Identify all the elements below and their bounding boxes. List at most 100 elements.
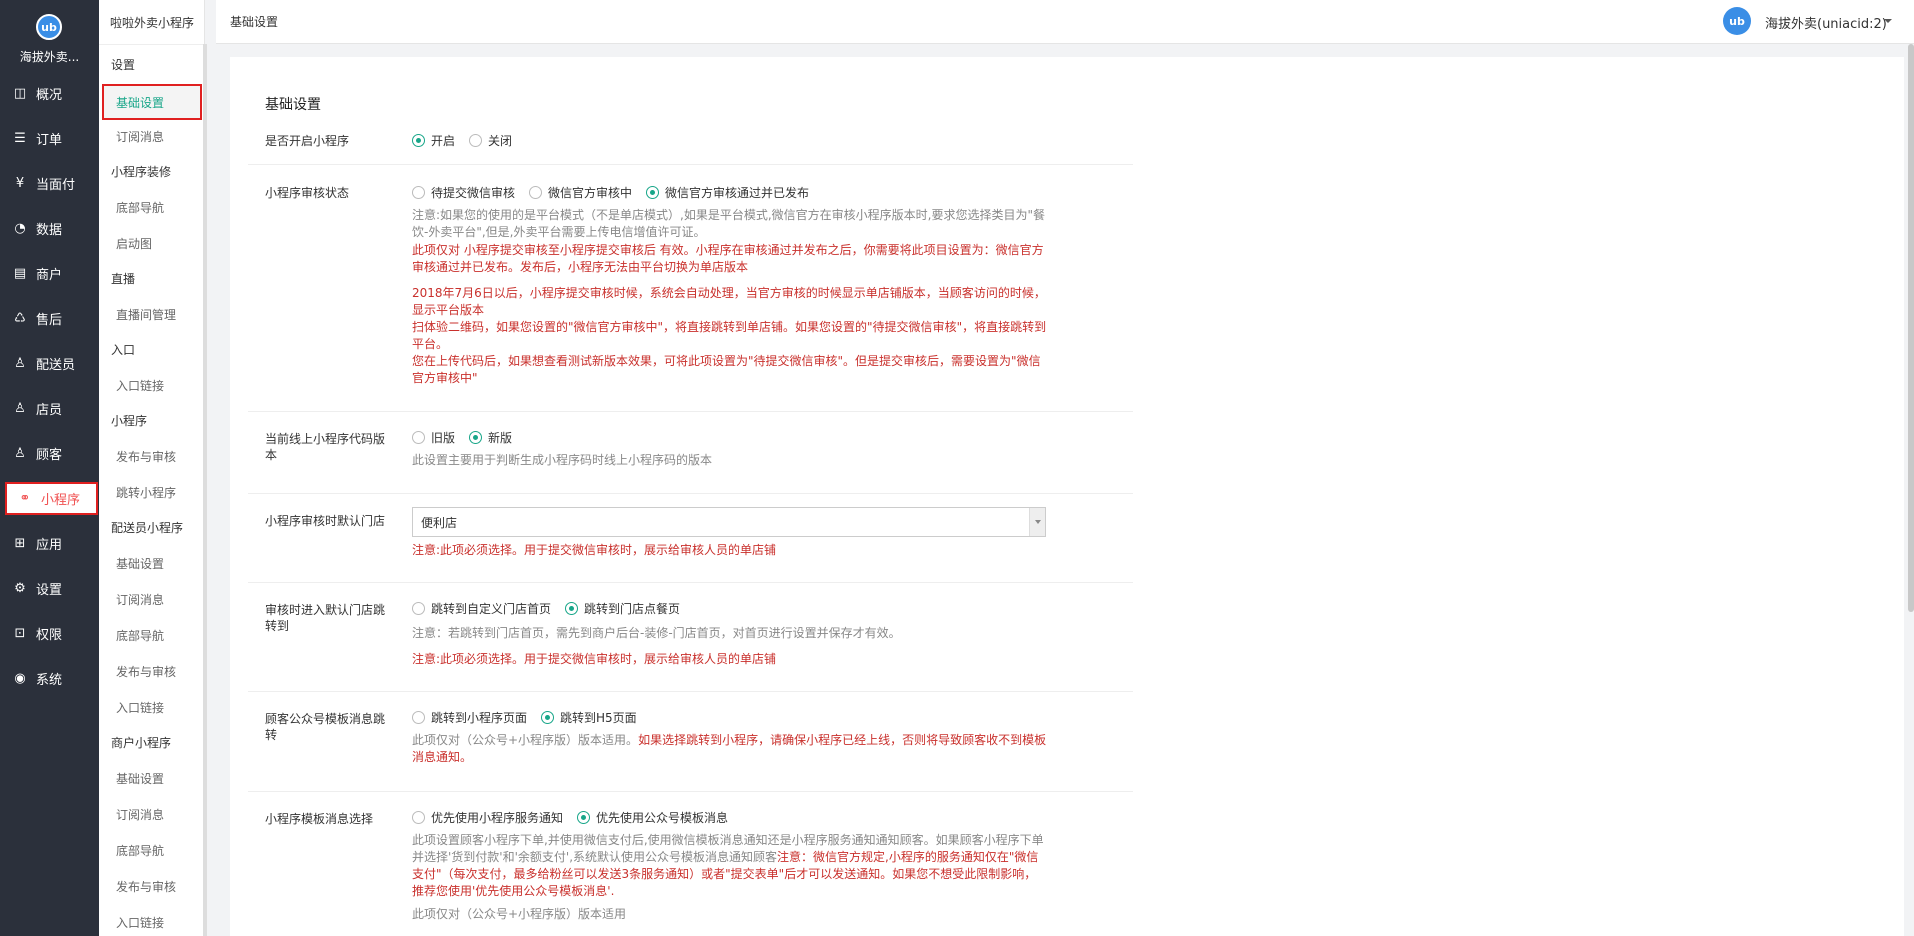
- subnav-item-merchant-publish[interactable]: 发布与审核: [116, 878, 176, 895]
- jump-custom-home-option[interactable]: 跳转到自定义门店首页: [412, 600, 551, 617]
- nav-item-miniapp[interactable]: ⚭ 小程序: [5, 482, 98, 515]
- subnav-item-entry-link[interactable]: 入口链接: [116, 377, 164, 394]
- radio-checked-icon[interactable]: [577, 811, 591, 824]
- app-logo: ub: [36, 14, 62, 40]
- chevron-down-icon[interactable]: [1029, 508, 1045, 536]
- row-divider: [248, 791, 1133, 792]
- clerk-icon: ♙: [14, 400, 26, 416]
- store-icon: ▤: [13, 265, 27, 281]
- subnav-item-publish[interactable]: 发布与审核: [116, 448, 176, 465]
- audit-jump-note-red: 注意:此项必须选择。用于提交微信审核时，展示给审核人员的单店铺: [412, 652, 777, 666]
- subnav-item-rider-bottom-nav[interactable]: 底部导航: [116, 627, 164, 644]
- subnav-divider: [99, 44, 205, 45]
- radio-checked-icon[interactable]: [646, 186, 660, 199]
- template-jump-radio-group: 跳转到小程序页面 跳转到H5页面: [412, 709, 651, 726]
- nav-item-facepay[interactable]: ¥ 当面付: [12, 168, 97, 198]
- audit-jump-note-gray: 注意：若跳转到门店首页，需先到商户后台-装修-门店首页，对首页进行设置并保存才有…: [412, 626, 901, 640]
- audit-reviewing-option[interactable]: 微信官方审核中: [529, 184, 632, 201]
- subnav-item-merchant-basic[interactable]: 基础设置: [116, 770, 164, 787]
- subnav-item-merchant-entry[interactable]: 入口链接: [116, 914, 164, 931]
- subnav-item-subscribe[interactable]: 订阅消息: [116, 128, 164, 145]
- audit-published-option[interactable]: 微信官方审核通过并已发布: [646, 184, 809, 201]
- enable-off-option[interactable]: 关闭: [469, 132, 512, 149]
- rider-icon: ♙: [14, 355, 26, 371]
- audit-jump-label: 审核时进入默认门店跳转到: [265, 603, 386, 633]
- audit-status-label: 小程序审核状态: [265, 186, 350, 200]
- subnav-item-rider-basic[interactable]: 基础设置: [116, 555, 164, 572]
- subnav-item-merchant-subscribe[interactable]: 订阅消息: [116, 806, 164, 823]
- nav-item-orders[interactable]: ☰ 订单: [12, 123, 97, 153]
- page-scrollbar[interactable]: [1908, 44, 1914, 612]
- subnav-item-rider-publish[interactable]: 发布与审核: [116, 663, 176, 680]
- template-choice-radio-group: 优先使用小程序服务通知 优先使用公众号模板消息: [412, 809, 742, 826]
- prefer-service-notice-option[interactable]: 优先使用小程序服务通知: [412, 809, 563, 826]
- template-jump-note-gray: 此项仅对（公众号+小程序版）版本适用。: [412, 733, 639, 747]
- nav-item-customer[interactable]: ♙ 顾客: [12, 438, 97, 468]
- audit-note-red-2: 2018年7月6日以后，小程序提交审核时候，系统会自动处理，当官方审核的时候显示…: [412, 286, 1046, 317]
- subnav-item-splash[interactable]: 启动图: [116, 235, 152, 252]
- radio-unchecked-icon[interactable]: [412, 711, 425, 724]
- audit-status-radio-group: 待提交微信审核 微信官方审核中 微信官方审核通过并已发布: [412, 184, 823, 201]
- nav-item-rider[interactable]: ♙ 配送员: [12, 348, 97, 378]
- audit-pending-option[interactable]: 待提交微信审核: [412, 184, 515, 201]
- breadcrumb: 基础设置: [230, 15, 279, 29]
- nav-item-clerk[interactable]: ♙ 店员: [12, 393, 97, 423]
- audit-note-gray: 注意:如果您的使用的是平台模式（不是单店模式）,如果是平台模式,微信官方在审核小…: [412, 208, 1046, 239]
- radio-unchecked-icon[interactable]: [412, 186, 425, 199]
- subnav-item-rider-subscribe[interactable]: 订阅消息: [116, 591, 164, 608]
- audit-note-red-4: 您在上传代码后，如果想查看测试新版本效果，可将此项设置为"待提交微信审核"。但是…: [412, 354, 1041, 385]
- subnav-group-decoration[interactable]: 小程序装修: [111, 163, 171, 180]
- nav-item-overview[interactable]: ◫ 概况: [12, 78, 97, 108]
- radio-checked-icon[interactable]: [412, 134, 425, 147]
- subnav-item-merchant-bottom-nav[interactable]: 底部导航: [116, 842, 164, 859]
- jump-order-page-option[interactable]: 跳转到门店点餐页: [565, 600, 680, 617]
- top-bar: [216, 0, 1914, 44]
- code-version-radio-group: 旧版 新版: [412, 429, 526, 446]
- prefer-official-template-option[interactable]: 优先使用公众号模板消息: [577, 809, 728, 826]
- nav-item-apps[interactable]: ⊞ 应用: [12, 528, 97, 558]
- radio-unchecked-icon[interactable]: [529, 186, 543, 199]
- nav-item-data[interactable]: ◔ 数据: [12, 213, 97, 243]
- template-choice-label: 小程序模板消息选择: [265, 812, 374, 826]
- radio-checked-icon[interactable]: [541, 711, 555, 724]
- user-menu[interactable]: 海拔外卖(uniacid:2): [1765, 13, 1887, 32]
- lock-icon: ⊡: [14, 625, 26, 641]
- default-store-label: 小程序审核时默认门店: [265, 514, 386, 528]
- avatar[interactable]: ub: [1723, 7, 1751, 35]
- subnav-scrollbar[interactable]: [203, 44, 207, 936]
- yuan-icon: ¥: [15, 175, 25, 191]
- radio-checked-icon[interactable]: [565, 602, 579, 615]
- nav-item-merchant[interactable]: ▤ 商户: [12, 258, 97, 288]
- jump-h5-option[interactable]: 跳转到H5页面: [541, 709, 637, 726]
- subnav-item-jump-miniapp[interactable]: 跳转小程序: [116, 484, 176, 501]
- template-jump-note: 此项仅对（公众号+小程序版）版本适用。如果选择跳转到小程序，请确保小程序已经上线…: [412, 732, 1047, 766]
- radio-unchecked-icon[interactable]: [469, 134, 483, 147]
- subnav-item-basic-settings[interactable]: 基础设置: [102, 84, 202, 120]
- default-store-select[interactable]: 便利店: [412, 507, 1046, 537]
- enable-on-option[interactable]: 开启: [412, 132, 455, 149]
- row-divider: [248, 691, 1133, 692]
- order-icon: ☰: [14, 130, 26, 146]
- radio-checked-icon[interactable]: [469, 431, 483, 444]
- subnav-group-merchant-miniapp: 商户小程序: [111, 736, 172, 750]
- subnav-group-rider-miniapp: 配送员小程序: [111, 521, 184, 535]
- nav-item-settings[interactable]: ⚙ 设置: [12, 573, 97, 603]
- radio-unchecked-icon[interactable]: [412, 811, 425, 824]
- radio-unchecked-icon[interactable]: [412, 602, 425, 615]
- audit-jump-radio-group: 跳转到自定义门店首页 跳转到门店点餐页: [412, 600, 694, 617]
- nav-item-permission[interactable]: ⊡ 权限: [12, 618, 97, 648]
- apps-icon: ⊞: [14, 535, 26, 551]
- subnav-item-rider-entry[interactable]: 入口链接: [116, 699, 164, 716]
- code-new-option[interactable]: 新版: [469, 429, 512, 446]
- code-old-option[interactable]: 旧版: [412, 429, 455, 446]
- subnav-item-bottom-nav[interactable]: 底部导航: [116, 199, 164, 216]
- nav-item-system[interactable]: ◉ 系统: [12, 663, 97, 693]
- subnav-item-live-room[interactable]: 直播间管理: [116, 306, 176, 323]
- row-divider: [248, 582, 1133, 583]
- radio-unchecked-icon[interactable]: [412, 431, 425, 444]
- jump-miniapp-option[interactable]: 跳转到小程序页面: [412, 709, 527, 726]
- nav-item-aftersale[interactable]: ♺ 售后: [12, 303, 97, 333]
- section-title: 基础设置: [265, 97, 321, 113]
- subnav-group-entry: 入口: [111, 343, 136, 357]
- chevron-down-icon[interactable]: [1884, 19, 1892, 23]
